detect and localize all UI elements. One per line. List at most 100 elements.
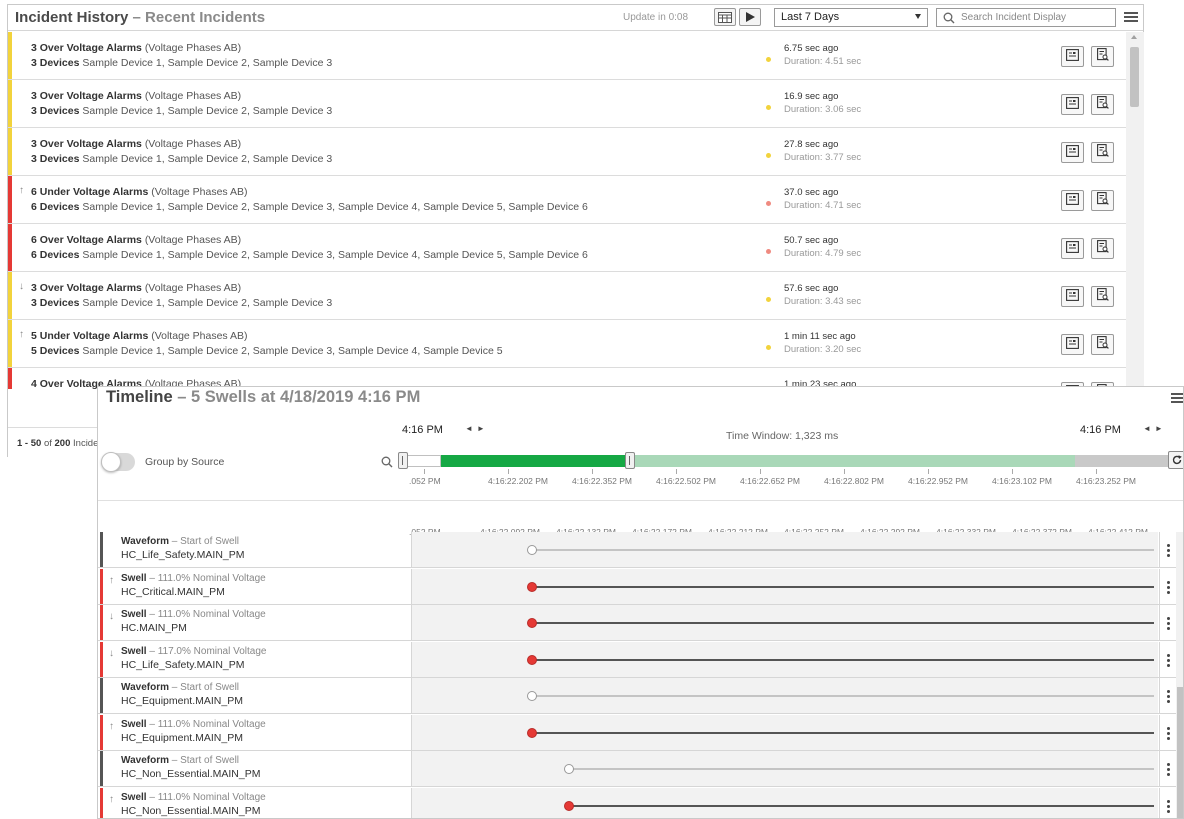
incident-duration: Duration: 3.06 sec bbox=[784, 104, 862, 115]
event-source: HC_Non_Essential.MAIN_PM bbox=[121, 768, 261, 780]
event-marker-filled[interactable] bbox=[527, 581, 537, 592]
timeline-row[interactable]: ↑ Swell – 111.0% Nominal Voltage HC_Critic… bbox=[98, 568, 1183, 605]
menu-icon[interactable] bbox=[1171, 393, 1183, 404]
event-duration-line bbox=[532, 731, 1154, 734]
scroll-up-icon[interactable] bbox=[1131, 35, 1137, 39]
incident-report-button[interactable] bbox=[1091, 190, 1114, 211]
event-title: Waveform – Start of Swell bbox=[121, 755, 240, 766]
chevron-left-icon[interactable]: ◄ bbox=[465, 424, 477, 433]
event-duration-line bbox=[569, 804, 1154, 807]
incident-report-button[interactable] bbox=[1091, 46, 1114, 67]
timeline-row[interactable]: ↓ Swell – 117.0% Nominal Voltage HC_Life_S… bbox=[98, 641, 1183, 678]
timeline-row[interactable]: Waveform – Start of Swell HC_Life_Safety.… bbox=[98, 532, 1183, 568]
incident-detail-icon bbox=[1066, 192, 1079, 210]
incident-row[interactable]: ↓ 3 Over Voltage Alarms (Voltage Phases A… bbox=[8, 272, 1126, 320]
timeline-row[interactable]: Waveform – Start of Swell HC_Equipment.MA… bbox=[98, 678, 1183, 714]
search-box[interactable] bbox=[936, 8, 1116, 27]
incident-detail-button[interactable] bbox=[1061, 142, 1084, 163]
zoom-icon[interactable] bbox=[381, 456, 393, 468]
row-menu-icon[interactable] bbox=[1159, 568, 1175, 604]
incident-row[interactable]: 3 Over Voltage Alarms (Voltage Phases AB… bbox=[8, 80, 1126, 128]
event-source: HC_Life_Safety.MAIN_PM bbox=[121, 549, 245, 561]
timeline-row[interactable]: ↑ Swell – 111.0% Nominal Voltage HC_Equipm… bbox=[98, 714, 1183, 751]
reset-zoom-button[interactable] bbox=[1168, 451, 1183, 469]
timeline-row[interactable]: ↓ Swell – 111.0% Nominal Voltage HC.MAIN_P… bbox=[98, 605, 1183, 641]
incident-time-ago: 37.0 sec ago bbox=[784, 187, 839, 198]
end-time: 4:16 PM bbox=[1080, 424, 1121, 436]
event-marker-filled[interactable] bbox=[527, 654, 537, 665]
incident-report-button[interactable] bbox=[1091, 94, 1114, 115]
event-marker-hollow[interactable] bbox=[564, 764, 574, 774]
row-menu-icon[interactable] bbox=[1159, 678, 1175, 713]
axis-tick-label: 4:16:22.802 PM bbox=[824, 476, 885, 486]
incident-detail-button[interactable] bbox=[1061, 46, 1084, 67]
incident-report-button[interactable] bbox=[1091, 238, 1114, 259]
incident-detail-button[interactable] bbox=[1061, 94, 1084, 115]
brush-handle-right[interactable] bbox=[625, 452, 635, 469]
start-time-nav[interactable]: ◄► bbox=[465, 424, 489, 433]
incident-report-button[interactable] bbox=[1091, 334, 1114, 355]
axis-tick bbox=[928, 469, 929, 474]
search-input[interactable] bbox=[959, 10, 1111, 25]
row-menu-icon[interactable] bbox=[1159, 751, 1175, 786]
incident-title: 3 Over Voltage Alarms (Voltage Phases AB… bbox=[31, 90, 241, 102]
severity-bar bbox=[8, 32, 12, 79]
event-title: Swell – 111.0% Nominal Voltage bbox=[121, 572, 266, 584]
menu-icon[interactable] bbox=[1124, 12, 1138, 23]
scrollbar[interactable] bbox=[1126, 32, 1144, 389]
row-menu-icon[interactable] bbox=[1159, 605, 1175, 640]
overview-brush-selection[interactable] bbox=[441, 455, 629, 467]
end-time-nav[interactable]: ◄► bbox=[1143, 424, 1167, 433]
scrollbar-thumb[interactable] bbox=[1177, 687, 1183, 818]
event-marker-filled[interactable] bbox=[564, 800, 574, 811]
arrow-up-icon: ↑ bbox=[19, 185, 24, 196]
event-description: 111.0% Nominal Voltage bbox=[157, 718, 266, 730]
axis-tick bbox=[508, 469, 509, 474]
timeline-row[interactable]: ↑ Swell – 111.0% Nominal Voltage HC_Non_Es… bbox=[98, 787, 1183, 818]
calendar-button[interactable] bbox=[714, 8, 736, 26]
incident-detail-button[interactable] bbox=[1061, 238, 1084, 259]
scrollbar[interactable] bbox=[1176, 532, 1183, 818]
brush-handle-left[interactable] bbox=[398, 452, 408, 469]
incident-row[interactable]: ↑ 5 Under Voltage Alarms (Voltage Phases … bbox=[8, 320, 1126, 368]
event-marker-filled[interactable] bbox=[527, 727, 537, 738]
time-range-select[interactable]: Last 7 Days bbox=[774, 8, 928, 27]
incident-detail-button[interactable] bbox=[1061, 334, 1084, 355]
incident-row[interactable]: 3 Over Voltage Alarms (Voltage Phases AB… bbox=[8, 128, 1126, 176]
event-title: Swell – 111.0% Nominal Voltage bbox=[121, 791, 266, 803]
axis-tick bbox=[844, 469, 845, 474]
incident-detail-button[interactable] bbox=[1061, 286, 1084, 307]
incident-report-button[interactable] bbox=[1091, 142, 1114, 163]
event-color-bar bbox=[100, 532, 103, 567]
group-by-source-toggle[interactable] bbox=[101, 452, 135, 472]
row-menu-icon[interactable] bbox=[1159, 714, 1175, 750]
row-menu-icon[interactable] bbox=[1159, 532, 1175, 567]
incident-device-list: Sample Device 1, Sample Device 2, Sample… bbox=[82, 249, 588, 261]
incident-alarm-count: 6 Over Voltage Alarms bbox=[31, 234, 142, 246]
event-title: Swell – 111.0% Nominal Voltage bbox=[121, 609, 266, 620]
chevron-right-icon[interactable]: ► bbox=[477, 424, 489, 433]
incident-report-button[interactable] bbox=[1091, 286, 1114, 307]
scrollbar-thumb[interactable] bbox=[1130, 47, 1139, 107]
row-menu-icon[interactable] bbox=[1159, 641, 1175, 677]
chevron-right-icon[interactable]: ► bbox=[1155, 424, 1167, 433]
severity-bar bbox=[8, 320, 12, 367]
row-menu-icon[interactable] bbox=[1159, 787, 1175, 818]
event-marker-filled[interactable] bbox=[527, 618, 537, 628]
event-type: Waveform bbox=[121, 755, 169, 766]
incident-row[interactable]: ↑ 6 Under Voltage Alarms (Voltage Phases … bbox=[8, 176, 1126, 224]
incident-row[interactable]: 6 Over Voltage Alarms (Voltage Phases AB… bbox=[8, 224, 1126, 272]
axis-tick bbox=[1012, 469, 1013, 474]
timeline-row[interactable]: Waveform – Start of Swell HC_Non_Essentia… bbox=[98, 751, 1183, 787]
play-button[interactable] bbox=[739, 8, 761, 26]
incident-detail-button[interactable] bbox=[1061, 190, 1084, 211]
event-marker-hollow[interactable] bbox=[527, 691, 537, 701]
chevron-left-icon[interactable]: ◄ bbox=[1143, 424, 1155, 433]
event-marker-hollow[interactable] bbox=[527, 545, 537, 555]
report-search-icon bbox=[1096, 191, 1109, 210]
event-color-bar bbox=[100, 605, 103, 640]
incident-row[interactable]: 3 Over Voltage Alarms (Voltage Phases AB… bbox=[8, 32, 1126, 80]
timeline-title-main: Timeline bbox=[106, 388, 173, 406]
status-dot bbox=[766, 249, 771, 254]
toggle-knob[interactable] bbox=[101, 452, 121, 472]
